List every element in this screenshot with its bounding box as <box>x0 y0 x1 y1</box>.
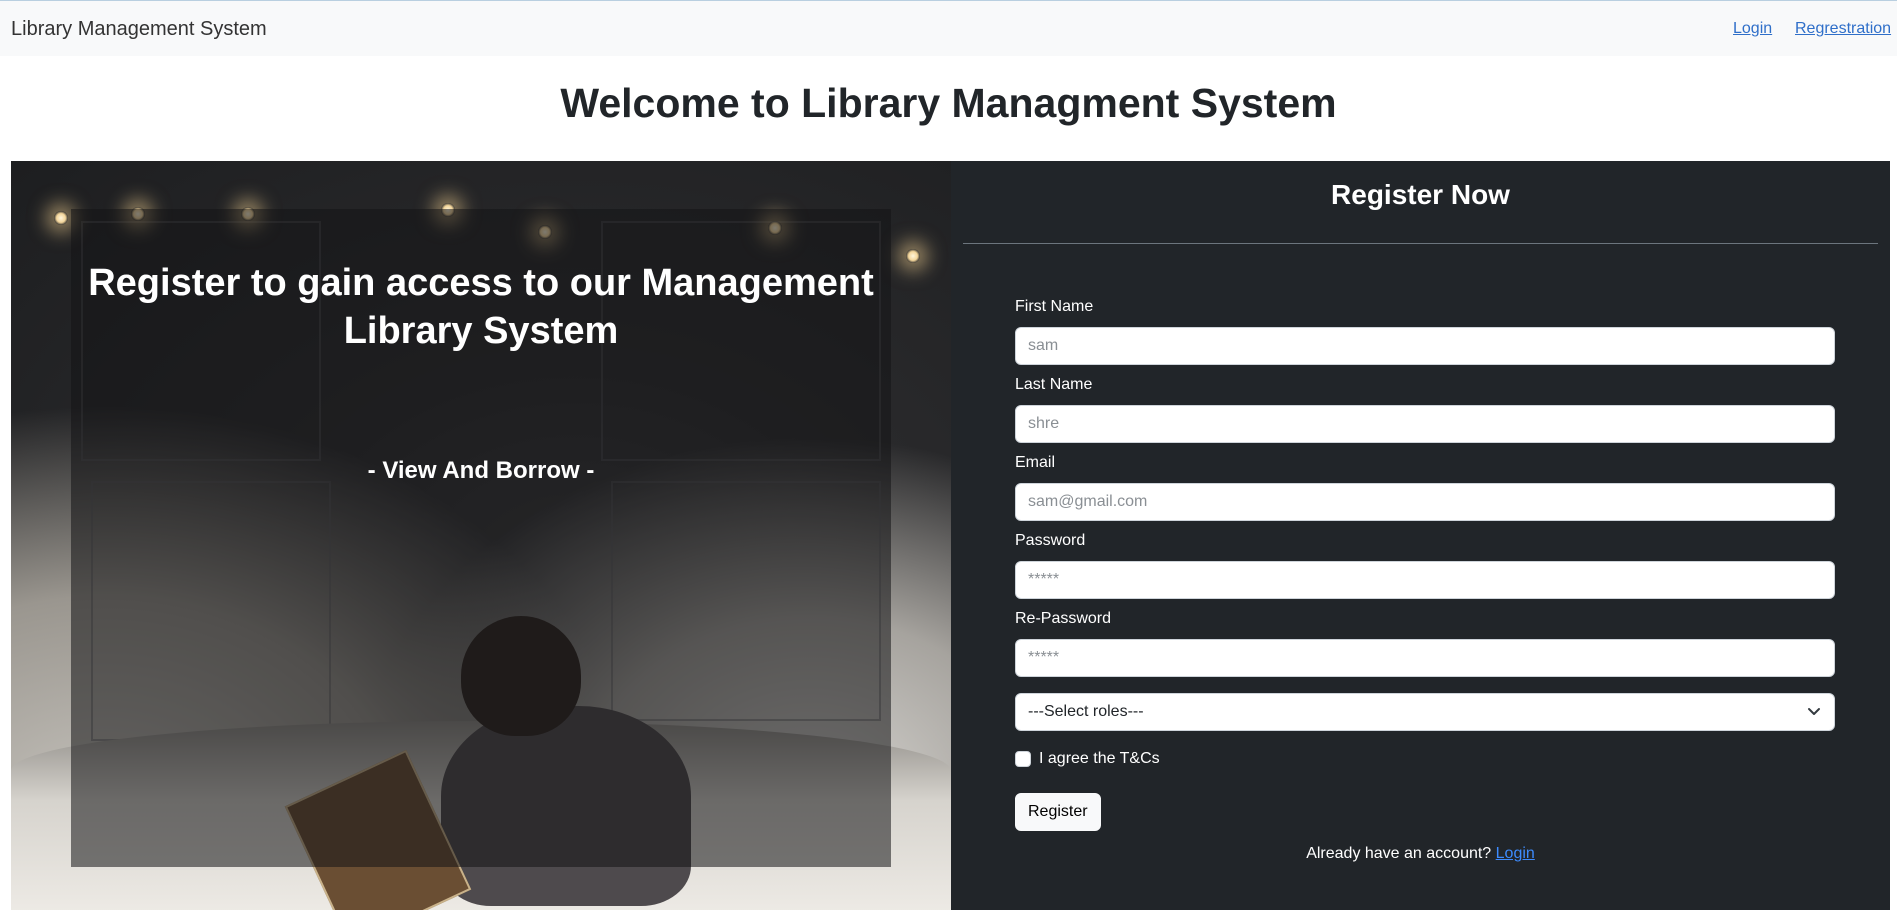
registration-panel: Register Now First Name Last Name Email … <box>951 161 1890 910</box>
terms-label: I agree the T&Cs <box>1039 750 1160 767</box>
email-input[interactable] <box>1015 483 1835 521</box>
nav-link-registration[interactable]: Regrestration <box>1795 20 1891 38</box>
login-prompt-text: Already have an account? <box>1306 845 1492 862</box>
first-name-label: First Name <box>1015 298 1094 315</box>
hero-image: Register to gain access to our Managemen… <box>11 161 951 910</box>
role-select[interactable]: ---Select roles--- <box>1015 693 1835 731</box>
email-label: Email <box>1015 454 1056 471</box>
register-button[interactable]: Register <box>1015 793 1101 831</box>
form-title: Register Now <box>1331 179 1510 210</box>
hero-heading: Register to gain access to our Managemen… <box>88 262 874 352</box>
last-name-input[interactable] <box>1015 405 1835 443</box>
re-password-input[interactable] <box>1015 639 1835 677</box>
password-input[interactable] <box>1015 561 1835 599</box>
navbar: Library Management System Login Regrestr… <box>0 0 1897 56</box>
string-light <box>906 249 920 263</box>
password-label: Password <box>1015 532 1086 549</box>
login-prompt: Already have an account? Login <box>951 845 1890 863</box>
string-light <box>54 211 68 225</box>
page-title: Welcome to Library Managment System <box>560 80 1337 126</box>
hero-overlay: Register to gain access to our Managemen… <box>71 209 891 867</box>
last-name-label: Last Name <box>1015 376 1093 393</box>
role-select-value: ---Select roles--- <box>1028 703 1144 720</box>
hero-subheading: - View And Borrow - <box>367 457 595 484</box>
divider <box>963 243 1878 244</box>
chevron-down-icon <box>1808 708 1820 715</box>
terms-row: I agree the T&Cs <box>1015 749 1160 769</box>
terms-checkbox[interactable] <box>1015 751 1031 767</box>
re-password-label: Re-Password <box>1015 610 1112 627</box>
first-name-input[interactable] <box>1015 327 1835 365</box>
nav-link-login[interactable]: Login <box>1733 20 1772 38</box>
footer-login-link[interactable]: Login <box>1496 845 1535 862</box>
navbar-brand[interactable]: Library Management System <box>11 18 267 41</box>
